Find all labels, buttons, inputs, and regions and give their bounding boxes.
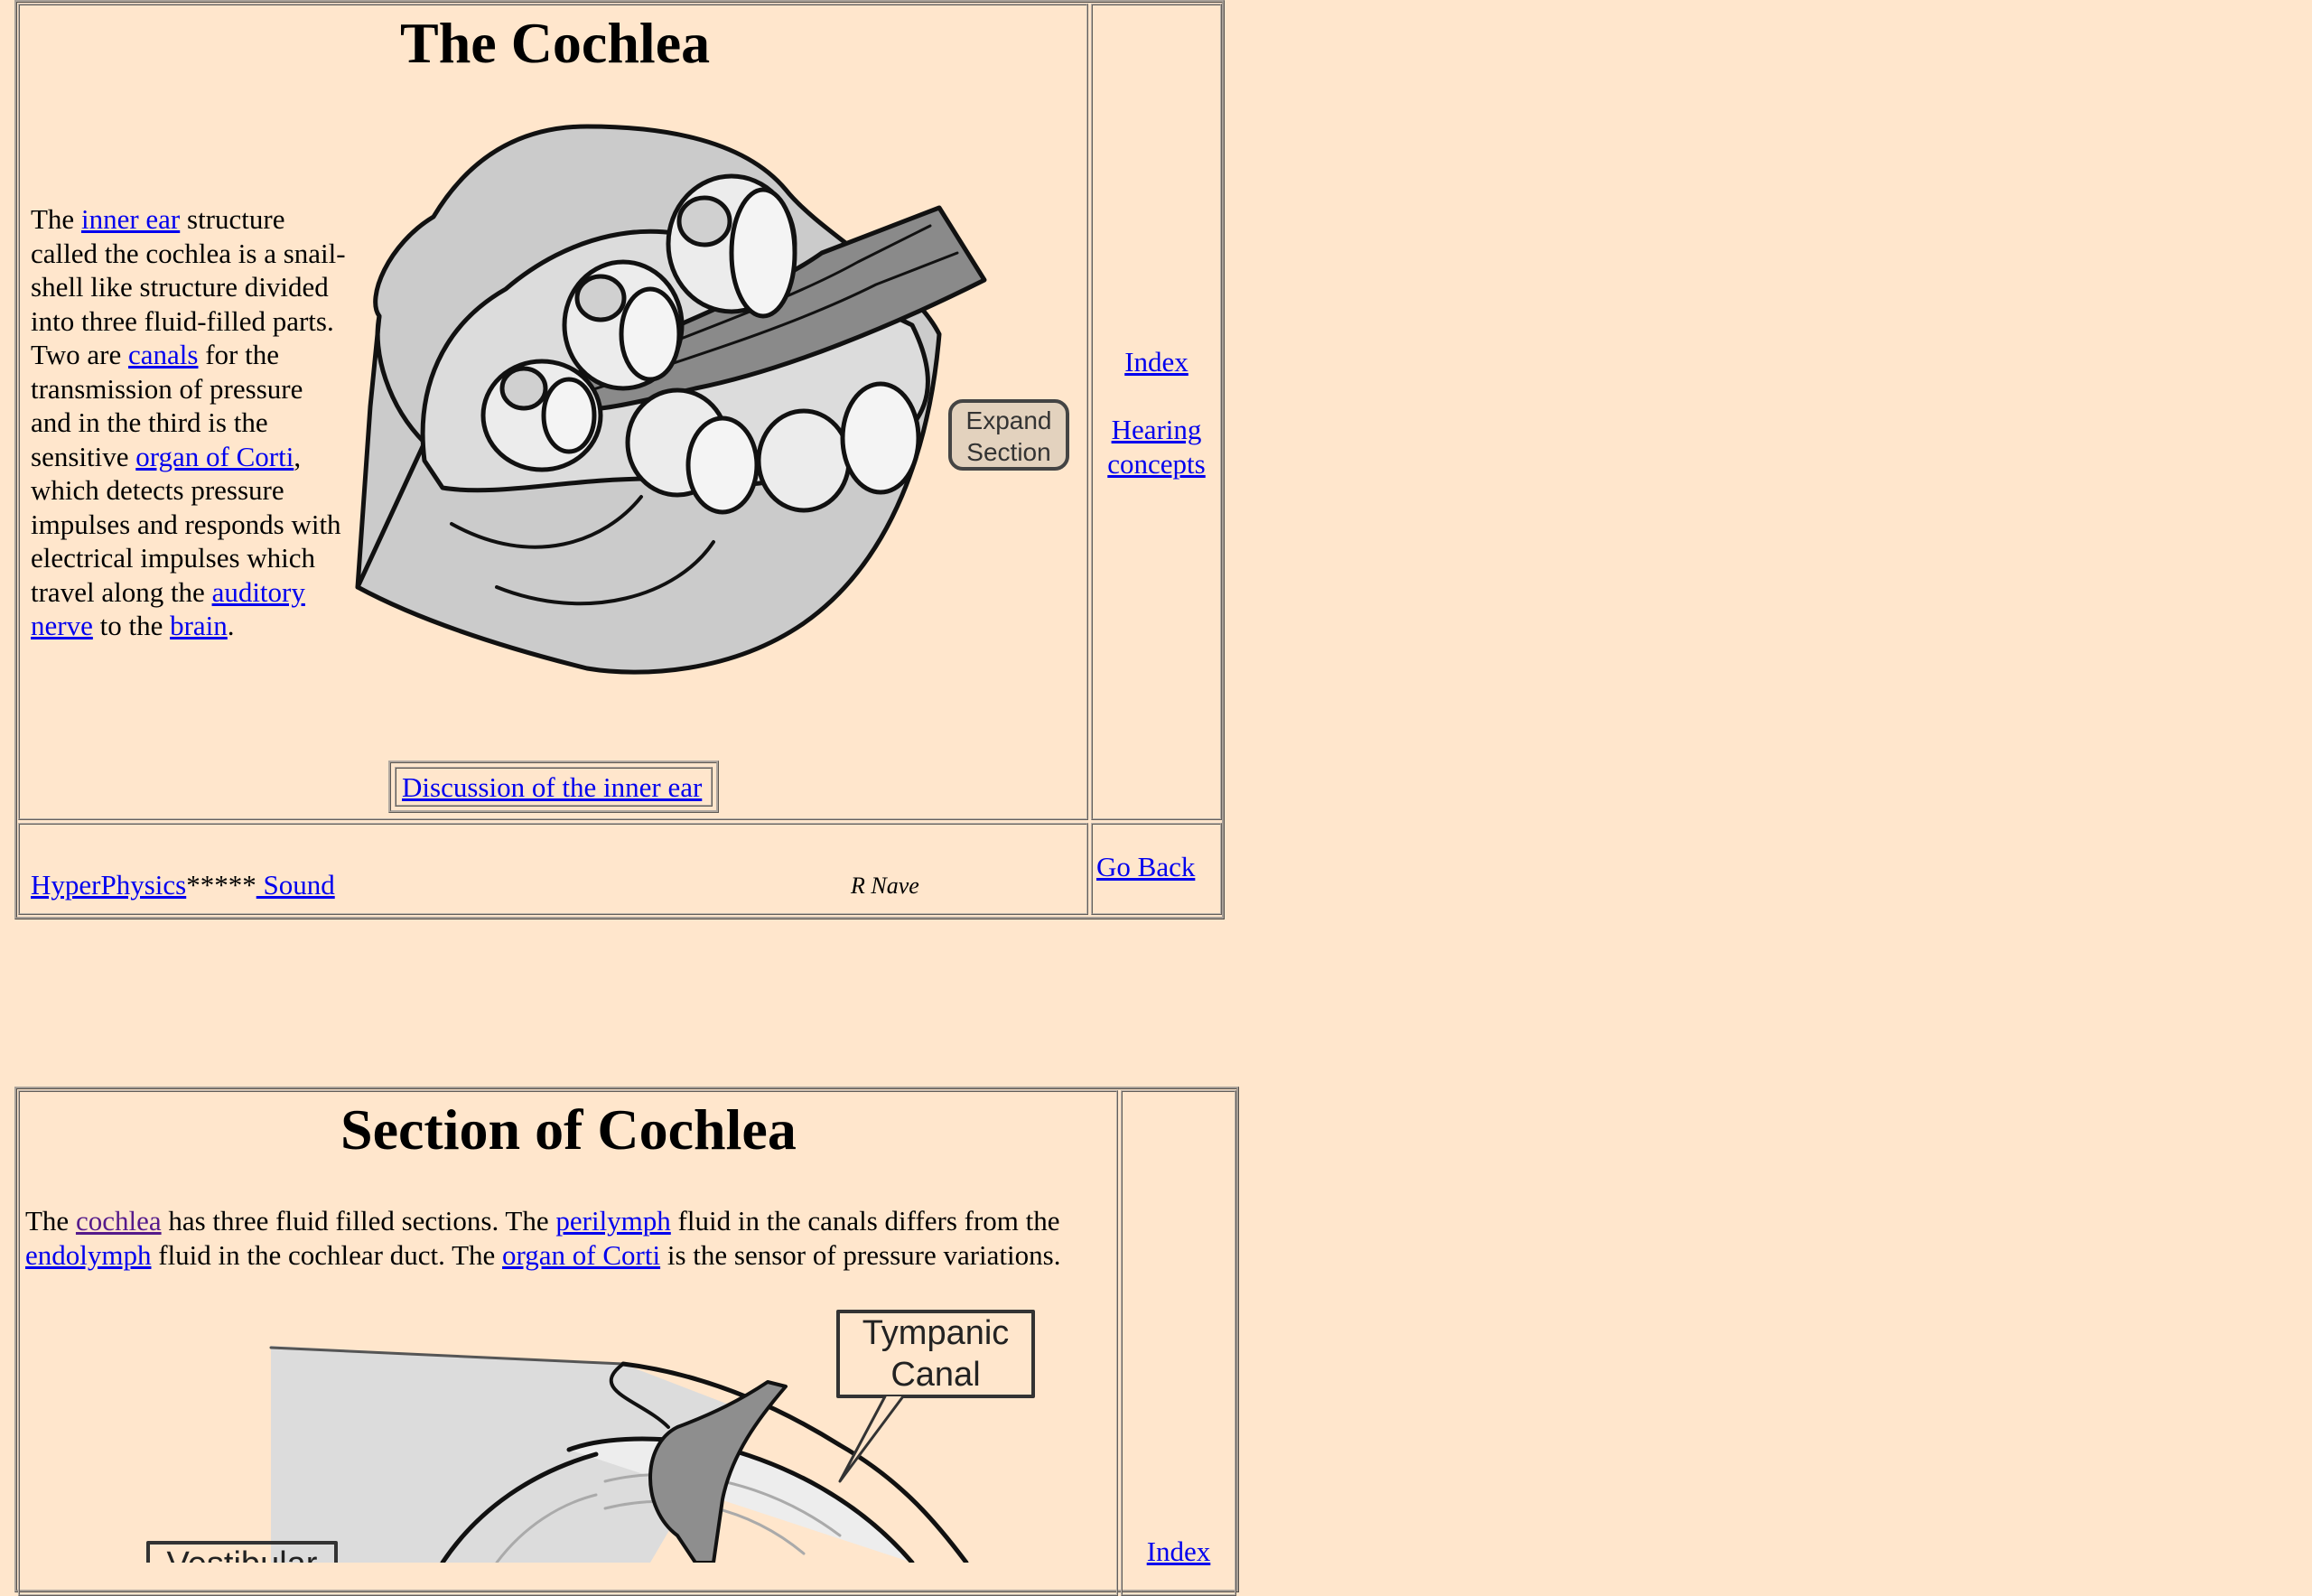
- callout-line-2: Section: [966, 438, 1050, 466]
- discussion-link[interactable]: Discussion of the inner ear: [402, 771, 702, 803]
- sound-link[interactable]: Sound: [256, 869, 334, 901]
- hearing-concepts-line2: concepts: [1107, 447, 1206, 480]
- page-title: The Cochlea: [400, 11, 711, 75]
- endolymph-link[interactable]: endolymph: [25, 1239, 152, 1271]
- sidebar-index-wrapper: Index: [1091, 345, 1222, 379]
- section-index-wrapper: Index: [1121, 1535, 1236, 1568]
- section-illustration: Tympanic Canal Vestibular: [146, 1310, 1035, 1563]
- inner-ear-link[interactable]: inner ear: [81, 203, 180, 235]
- canals-link[interactable]: canals: [128, 339, 198, 370]
- discussion-link-box: Discussion of the inner ear: [388, 761, 719, 813]
- footer-stars: *****: [186, 869, 256, 901]
- vestibular-label: Vestibular: [167, 1545, 318, 1563]
- desc-text: .: [227, 610, 235, 641]
- discussion-link-inner: Discussion of the inner ear: [395, 767, 713, 807]
- perilymph-link[interactable]: perilymph: [555, 1205, 670, 1237]
- cochlea-illustration[interactable]: Expand Section: [352, 117, 1075, 759]
- author-credit: R Nave: [851, 873, 919, 899]
- section-sidebar-cell: [1121, 1090, 1236, 1596]
- callout-line-1: Expand: [966, 406, 1052, 434]
- cochlea-description: The inner ear structure called the cochl…: [31, 202, 347, 643]
- footer-nav: HyperPhysics***** Sound: [31, 869, 335, 901]
- organ-of-corti-link[interactable]: organ of Corti: [135, 441, 294, 472]
- desc-text: fluid in the canals differs from the: [670, 1205, 1060, 1237]
- section-title: Section of Cochlea: [340, 1097, 797, 1162]
- section-description: The cochlea has three fluid filled secti…: [25, 1204, 1114, 1272]
- sidebar-hearing-wrapper: Hearing concepts: [1091, 413, 1222, 481]
- desc-text: fluid in the cochlear duct. The: [151, 1238, 503, 1271]
- tympanic-label-2: Canal: [890, 1356, 980, 1394]
- desc-text: is the sensor of pressure variations.: [660, 1238, 1061, 1271]
- brain-link[interactable]: brain: [170, 610, 228, 641]
- desc-text: The: [25, 1205, 76, 1237]
- desc-text: has three fluid filled sections. The: [161, 1205, 556, 1237]
- organ-of-corti-link-2[interactable]: organ of Corti: [502, 1239, 660, 1271]
- hearing-concepts-line1: Hearing: [1111, 414, 1202, 445]
- index-link[interactable]: Index: [1124, 346, 1189, 378]
- go-back-link[interactable]: Go Back: [1096, 851, 1195, 883]
- hyperphysics-link[interactable]: HyperPhysics: [31, 869, 186, 901]
- expand-section-callout[interactable]: Expand Section: [948, 399, 1069, 471]
- cochlea-link[interactable]: cochlea: [76, 1205, 162, 1237]
- desc-text: The: [31, 203, 81, 235]
- hearing-concepts-link[interactable]: Hearing concepts: [1107, 414, 1205, 480]
- tympanic-label-1: Tympanic: [862, 1314, 1010, 1352]
- cochlea-sidebar-cell: [1091, 4, 1222, 820]
- desc-text: to the: [92, 610, 171, 641]
